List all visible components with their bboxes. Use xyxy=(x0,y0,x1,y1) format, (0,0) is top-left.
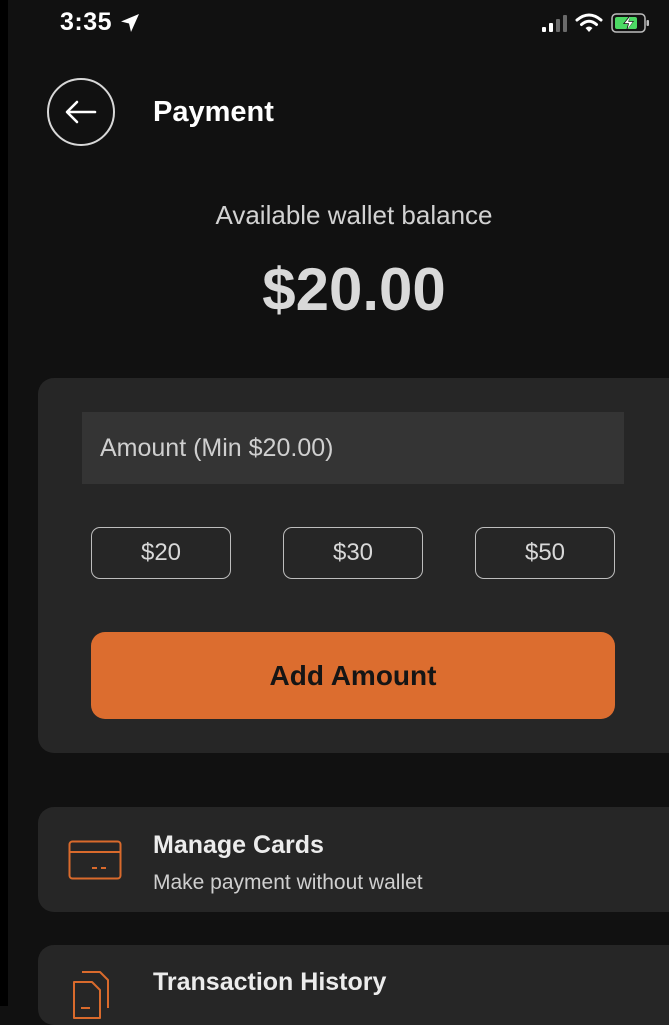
signal-icon xyxy=(542,15,567,32)
wallet-balance-value: $20.00 xyxy=(262,256,446,323)
preset-amount-30-button[interactable]: $30 xyxy=(283,527,423,579)
credit-card-icon xyxy=(68,840,122,880)
manage-cards-item[interactable]: Manage Cards Make payment without wallet xyxy=(38,807,669,912)
wifi-icon xyxy=(575,13,603,32)
back-button[interactable] xyxy=(47,78,115,146)
wallet-balance-label: Available wallet balance xyxy=(215,200,493,230)
transaction-history-item[interactable]: Transaction History xyxy=(38,945,669,1025)
amount-input[interactable] xyxy=(82,412,624,484)
arrow-left-icon xyxy=(65,100,97,124)
status-icons xyxy=(541,10,651,36)
status-time: 3:35 xyxy=(60,8,113,36)
status-bar: 3:35 xyxy=(0,0,669,48)
header: Payment xyxy=(0,76,669,152)
battery-charging-icon xyxy=(611,13,649,33)
page-title: Payment xyxy=(153,96,274,128)
manage-cards-subtitle: Make payment without wallet xyxy=(153,871,423,894)
location-arrow-icon xyxy=(121,14,139,32)
documents-icon xyxy=(73,971,109,1019)
transaction-history-title: Transaction History xyxy=(153,968,387,996)
add-amount-button[interactable]: Add Amount xyxy=(91,632,615,719)
preset-amount-50-button[interactable]: $50 xyxy=(475,527,615,579)
preset-amount-20-button[interactable]: $20 xyxy=(91,527,231,579)
add-funds-card: $20 $30 $50 Add Amount xyxy=(38,378,669,753)
manage-cards-title: Manage Cards xyxy=(153,831,324,859)
